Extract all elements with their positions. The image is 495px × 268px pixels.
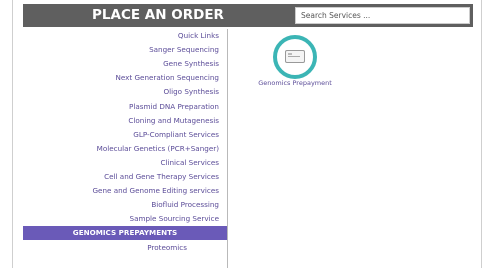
sidebar-item-gene-synthesis[interactable]: Gene Synthesis — [23, 57, 227, 71]
sidebar-item-glp-compliant-services[interactable]: GLP-Compliant Services — [23, 128, 227, 142]
search-input[interactable] — [295, 7, 470, 24]
sidebar-item-clinical-services[interactable]: Clinical Services — [23, 156, 227, 170]
product-tile-genomics-prepayment[interactable]: Genomics Prepayment — [233, 31, 343, 101]
sidebar-item-molecular-genetics[interactable]: Molecular Genetics (PCR+Sanger) — [23, 142, 227, 156]
page-title: PLACE AN ORDER — [92, 7, 224, 23]
sidebar-item-plasmid-dna-preparation[interactable]: Plasmid DNA Preparation — [23, 100, 227, 114]
sidebar-item-gene-and-genome-editing[interactable]: Gene and Genome Editing services — [23, 184, 227, 198]
sidebar-item-oligo-synthesis[interactable]: Oligo Synthesis — [23, 85, 227, 99]
sidebar-item-cloning-and-mutagenesis[interactable]: Cloning and Mutagenesis — [23, 114, 227, 128]
sidebar-item-cell-and-gene-therapy[interactable]: Cell and Gene Therapy Services — [23, 170, 227, 184]
card-chip — [288, 53, 292, 55]
product-grid: Genomics Prepayment — [233, 29, 473, 268]
card-stripe — [288, 56, 300, 57]
sidebar-item-sanger-sequencing[interactable]: Sanger Sequencing — [23, 43, 227, 57]
sidebar-item-biofluid-processing[interactable]: Biofluid Processing — [23, 198, 227, 212]
order-panel: PLACE AN ORDER Quick Links Sanger Sequen… — [12, 0, 482, 268]
sidebar-item-genomics-prepayments[interactable]: GENOMICS PREPAYMENTS — [23, 226, 227, 241]
sidebar-item-proteomics[interactable]: Proteomics — [23, 241, 227, 255]
services-sidebar: Quick Links Sanger Sequencing Gene Synth… — [23, 29, 228, 268]
sidebar-item-next-generation-sequencing[interactable]: Next Generation Sequencing — [23, 71, 227, 85]
product-label[interactable]: Genomics Prepayment — [233, 79, 357, 87]
order-header: PLACE AN ORDER — [23, 4, 473, 27]
sidebar-item-sample-sourcing-service[interactable]: Sample Sourcing Service — [23, 212, 227, 226]
credit-card-icon[interactable] — [285, 50, 305, 63]
sidebar-item-quick-links[interactable]: Quick Links — [23, 29, 227, 43]
